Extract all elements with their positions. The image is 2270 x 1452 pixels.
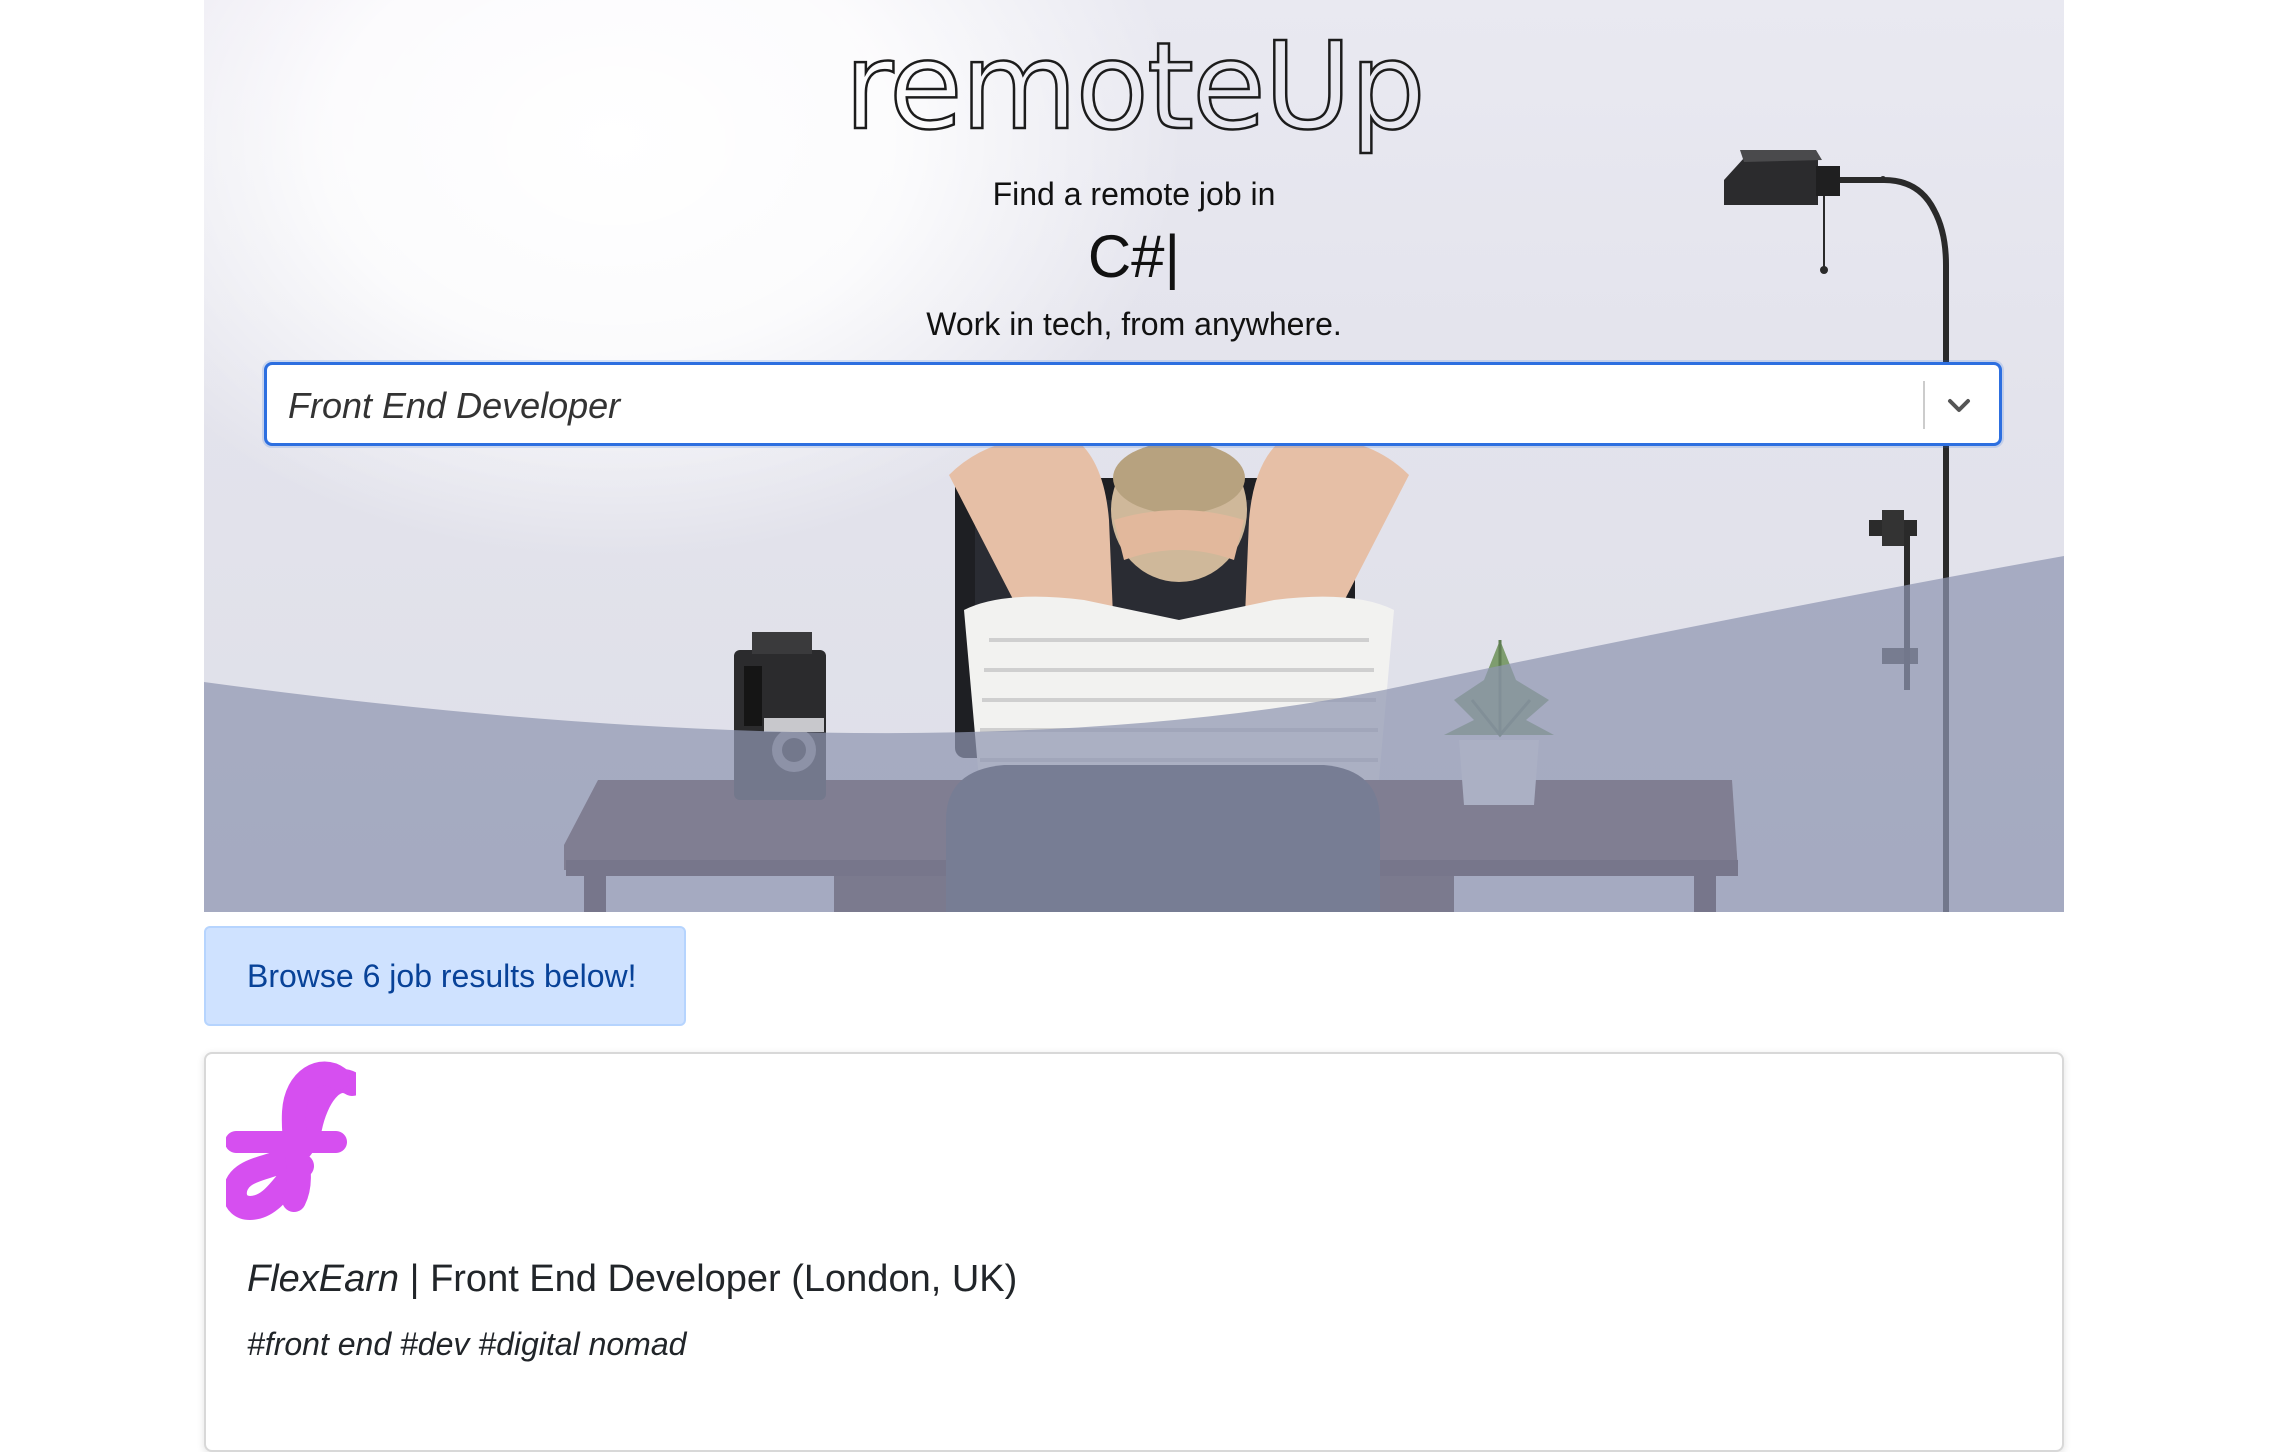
select-divider [1923, 381, 1925, 429]
flexearn-logo-icon [226, 1061, 356, 1220]
results-alert: Browse 6 job results below! [204, 926, 686, 1026]
role-select-value: Front End Developer [288, 385, 621, 426]
job-title[interactable]: FlexEarn | Front End Developer (London, … [247, 1258, 1017, 1301]
job-card[interactable]: FlexEarn | Front End Developer (London, … [204, 1052, 2064, 1452]
hero-banner: remoteUp Find a remote job in C#| Work i… [204, 0, 2064, 912]
role-select[interactable]: Front End Developer [264, 362, 2002, 446]
chevron-down-icon[interactable] [1941, 387, 1977, 423]
typing-cursor: | [1164, 223, 1181, 290]
job-tags: #front end #dev #digital nomad [247, 1326, 687, 1362]
page-container: remoteUp Find a remote job in C#| Work i… [204, 0, 2064, 1452]
job-company: FlexEarn [247, 1258, 400, 1300]
typed-language-value: C# [1087, 223, 1165, 290]
job-title-separator: | [399, 1258, 431, 1300]
hero-tagline: Work in tech, from anywhere. [926, 306, 1342, 342]
job-position: Front End Developer (London, UK) [430, 1258, 1018, 1300]
brand-logo-text: remoteUp [843, 18, 1427, 157]
find-job-text: Find a remote job in [992, 176, 1276, 212]
typed-language-text: C#| [204, 222, 2064, 291]
